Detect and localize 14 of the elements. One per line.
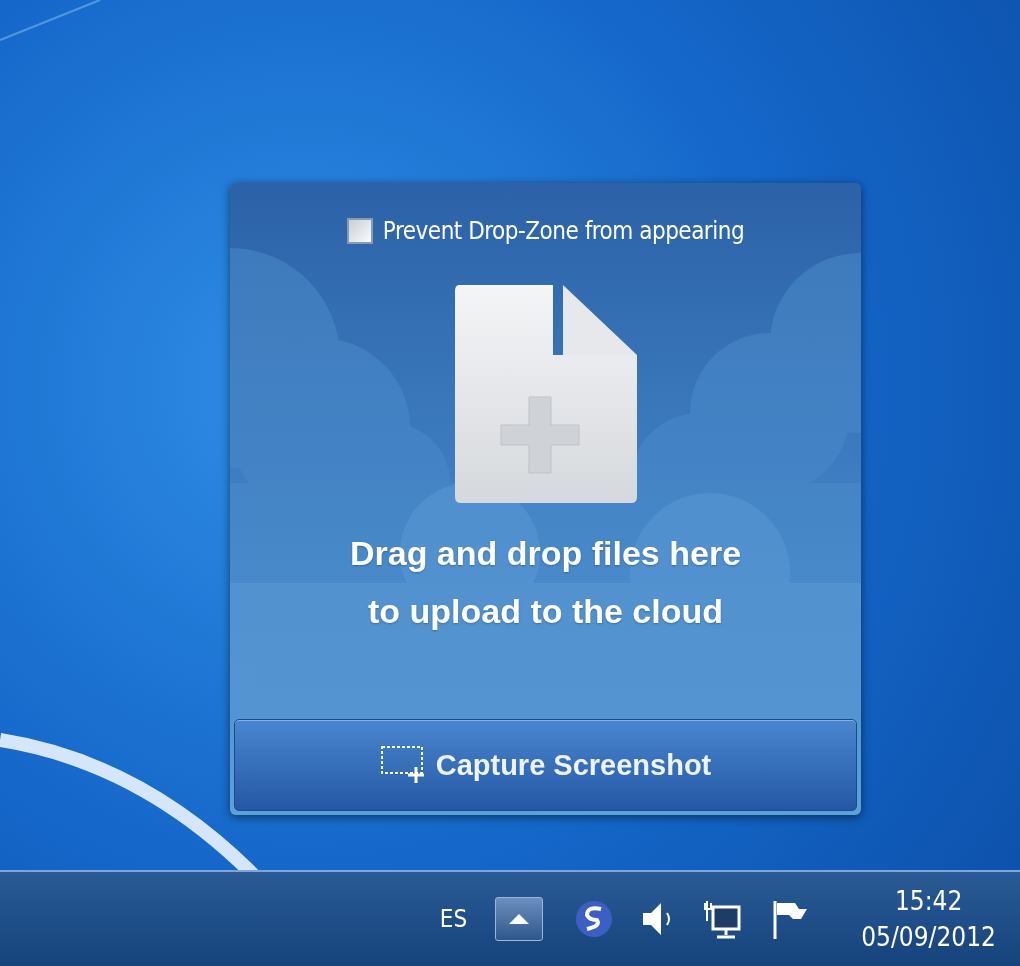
language-indicator[interactable]: ES [439,905,468,933]
checkbox-label: Prevent Drop-Zone from appearing [382,217,745,245]
screenshot-region-icon [379,745,426,785]
flag-icon[interactable] [771,899,810,939]
clock-date[interactable]: 05/09/2012 [861,919,996,955]
swirl-logo-icon[interactable] [575,900,614,938]
capture-screenshot-button[interactable]: Capture Screenshot [234,719,857,811]
drop-message-line: to upload to the cloud [367,591,724,632]
checkbox[interactable] [346,218,373,244]
up-arrow-icon [509,914,530,924]
show-hidden-icons-button[interactable] [495,897,544,941]
drop-message-line: Drag and drop files here [349,533,742,574]
network-icon[interactable] [703,899,744,939]
clock-time[interactable]: 15:42 [894,883,963,919]
